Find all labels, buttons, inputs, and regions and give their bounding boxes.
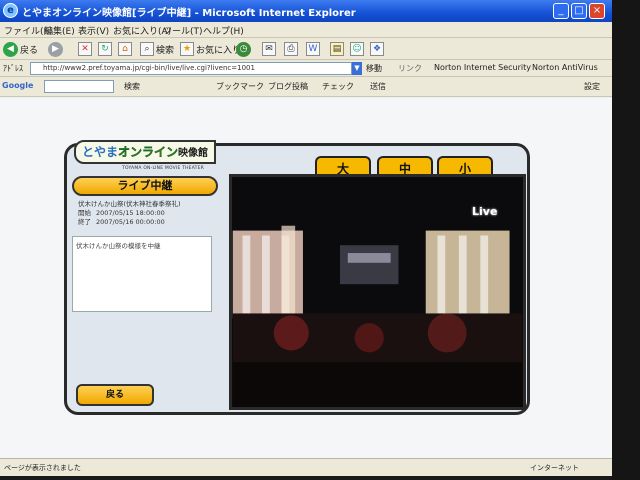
live-badge: Live	[472, 205, 498, 218]
menu-bar: ファイル(F) 編集(E) 表示(V) お気に入り(A) ツール(T) ヘルプ(…	[0, 22, 612, 38]
ie-icon: e	[3, 3, 18, 18]
zone-label: インターネット	[530, 464, 579, 472]
title-bar: e とやまオンライン映像館[ライブ中継] - Microsoft Interne…	[0, 0, 612, 22]
print-button[interactable]: ⎙	[284, 41, 298, 57]
favorites-button[interactable]: ★ お気に入り	[180, 41, 241, 57]
logo-highlight: オンライン	[118, 145, 179, 159]
messenger-icon: ☺	[350, 42, 364, 56]
menu-view[interactable]: 表示(V)	[78, 24, 109, 37]
menu-tools[interactable]: ツール(T)	[163, 24, 203, 37]
event-start: 開始 2007/05/15 18:00:00	[78, 209, 181, 218]
close-button[interactable]: ×	[589, 3, 605, 19]
status-text: ページが表示されました	[4, 464, 81, 472]
google-search-button[interactable]: 検索	[124, 81, 140, 92]
forward-arrow-icon: ▶	[48, 41, 63, 57]
google-toolbar: Google 検索 ブックマーク ブログ投稿 チェック 送信 設定	[0, 77, 612, 97]
search-label: 検索	[156, 45, 175, 56]
live-banner: ライブ中継	[72, 176, 218, 196]
event-end: 終了 2007/05/16 00:00:00	[78, 218, 181, 227]
norton-security-label[interactable]: Norton Internet Security	[434, 63, 531, 72]
home-icon: ⌂	[118, 42, 132, 56]
stop-icon: ✕	[78, 42, 92, 56]
norton-antivirus-label[interactable]: Norton AntiVirus	[532, 63, 598, 72]
logo-subtitle: TOYAMA ON-LINE MOVIE THEATER	[122, 166, 204, 171]
logo-suffix: 映像館	[178, 148, 209, 159]
search-button[interactable]: ⌕ 検索	[140, 41, 174, 57]
home-button[interactable]: ⌂	[118, 41, 132, 57]
back-arrow-icon: ◀	[3, 41, 18, 57]
google-logo: Google	[2, 81, 34, 90]
edit-button[interactable]: W	[306, 41, 320, 57]
start-label: 開始	[78, 209, 91, 217]
discuss-button[interactable]: ▤	[330, 41, 344, 57]
print-icon: ⎙	[284, 42, 298, 56]
go-button[interactable]: 移動	[366, 63, 382, 74]
history-button[interactable]: ◷	[236, 41, 251, 57]
links-label[interactable]: リンク	[398, 63, 422, 74]
video-player[interactable]: Live	[229, 174, 526, 410]
search-icon: ⌕	[140, 42, 154, 56]
logo-prefix: とやま	[82, 145, 119, 159]
menu-help[interactable]: ヘルプ(H)	[203, 24, 244, 37]
toolbar: ◀ 戻る ▶ ✕ ↻ ⌂ ⌕ 検索 ★ お気に入り ◷ ✉ ⎙ W ▤ ☺ ❖	[0, 38, 612, 60]
research-icon: ❖	[370, 42, 384, 56]
window-title: とやまオンライン映像館[ライブ中継] - Microsoft Internet …	[22, 8, 356, 19]
refresh-button[interactable]: ↻	[98, 41, 112, 57]
messenger-button[interactable]: ☺	[350, 41, 364, 57]
end-label: 終了	[78, 218, 91, 226]
bookmarks-button[interactable]: ブックマーク	[216, 81, 264, 92]
status-bar: ページが表示されました インターネット	[0, 458, 612, 476]
check-button[interactable]: チェック	[322, 81, 354, 92]
address-bar: ｱﾄﾞﾚｽ http://www2.pref.toyama.jp/cgi-bin…	[0, 60, 612, 77]
note-icon: ▤	[330, 42, 344, 56]
address-input[interactable]: http://www2.pref.toyama.jp/cgi-bin/live/…	[30, 62, 352, 75]
stop-button[interactable]: ✕	[78, 41, 92, 57]
event-info: 伏木けんか山祭(伏木神社春季祭礼) 開始 2007/05/15 18:00:00 …	[78, 200, 181, 227]
send-button[interactable]: 送信	[370, 81, 386, 92]
mail-button[interactable]: ✉	[262, 41, 276, 57]
description-box[interactable]: 伏木けんか山祭の模様を中継	[72, 236, 212, 312]
back-nav-label: 戻る	[20, 45, 39, 56]
mail-icon: ✉	[262, 42, 276, 56]
edit-icon: W	[306, 42, 320, 56]
event-title: 伏木けんか山祭(伏木神社春季祭礼)	[78, 200, 181, 208]
browser-window: e とやまオンライン映像館[ライブ中継] - Microsoft Interne…	[0, 0, 612, 476]
history-icon: ◷	[236, 41, 251, 57]
back-button[interactable]: 戻る	[76, 384, 154, 406]
star-icon: ★	[180, 42, 194, 56]
favorites-label: お気に入り	[196, 45, 242, 56]
research-button[interactable]: ❖	[370, 41, 384, 57]
blog-button[interactable]: ブログ投稿	[268, 81, 308, 92]
monitor-bezel	[612, 0, 640, 480]
end-value: 2007/05/16 00:00:00	[96, 218, 165, 226]
address-label: ｱﾄﾞﾚｽ	[3, 64, 23, 73]
back-nav-button[interactable]: ◀ 戻る	[3, 41, 38, 57]
menu-edit[interactable]: 編集(E)	[44, 24, 75, 37]
settings-button[interactable]: 設定	[584, 81, 600, 92]
refresh-icon: ↻	[98, 42, 112, 56]
site-logo[interactable]: とやまオンライン映像館	[74, 140, 216, 164]
maximize-button[interactable]: □	[571, 3, 587, 19]
address-dropdown-icon[interactable]: ▼	[352, 62, 362, 75]
float-lanterns-right	[425, 230, 510, 319]
start-value: 2007/05/15 18:00:00	[96, 209, 165, 217]
forward-button[interactable]: ▶	[48, 41, 63, 57]
minimize-button[interactable]: _	[553, 3, 569, 19]
google-search-input[interactable]	[44, 80, 114, 93]
